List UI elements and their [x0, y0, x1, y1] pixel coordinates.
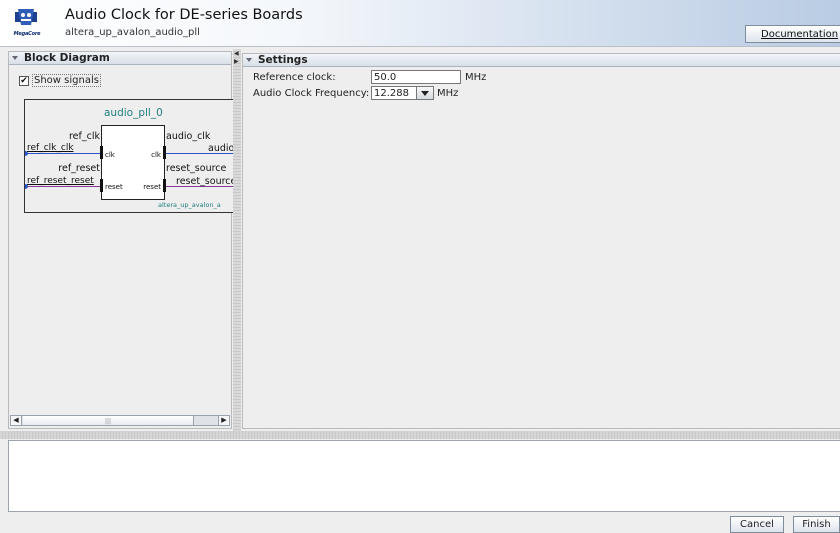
audio-clk-signal-label: clk	[151, 151, 161, 159]
block-diagram-header[interactable]: Block Diagram	[9, 52, 231, 65]
ref-clk-port-bar	[100, 146, 103, 159]
audio-clock-frequency-row: Audio Clock Frequency: 12.288 MHz	[253, 86, 458, 100]
dropdown-arrow-icon[interactable]	[417, 86, 434, 100]
ref-clk-interface-label: ref_clk	[68, 131, 100, 142]
audio-frequency-unit: MHz	[437, 87, 459, 99]
ref-clk-wire	[25, 153, 102, 154]
ref-reset-export-label: ref_reset_reset	[27, 176, 94, 186]
horizontal-splitter[interactable]	[0, 431, 840, 439]
splitter-right-arrow-icon[interactable]: ▶	[234, 58, 239, 65]
show-signals-label[interactable]: Show signals	[32, 74, 101, 87]
show-signals-checkbox[interactable]: ✔	[19, 75, 29, 86]
megacore-logo-icon	[15, 9, 37, 25]
ref-clk-signal-label: clk	[105, 151, 115, 159]
collapse-triangle-icon[interactable]	[12, 56, 18, 60]
audio-pll-block[interactable]: clk reset clk reset	[100, 125, 166, 200]
collapse-triangle-icon[interactable]	[246, 58, 252, 62]
cancel-button[interactable]: Cancel	[730, 516, 784, 533]
logo-wordmark: MegaCore	[13, 31, 41, 37]
megacore-logo: MegaCore	[12, 6, 41, 40]
vertical-splitter[interactable]: ◀ ▶	[233, 49, 241, 431]
reset-source-export-label: reset_source	[176, 176, 233, 187]
audio-frequency-select[interactable]: 12.288	[371, 86, 417, 100]
reference-clock-unit: MHz	[465, 71, 487, 83]
diagram-horizontal-scrollbar[interactable]: ◀ ||| ▶	[10, 415, 230, 426]
messages-area	[8, 440, 840, 512]
instance-name: audio_pll_0	[104, 107, 163, 119]
dialog-header: MegaCore Audio Clock for DE-series Board…	[0, 0, 840, 47]
ref-reset-port-bar	[100, 179, 103, 192]
audio-clk-interface-label: audio_clk	[166, 131, 211, 142]
settings-title: Settings	[258, 54, 308, 66]
grip-icon: |||	[105, 418, 112, 425]
settings-header[interactable]: Settings	[243, 54, 840, 67]
show-signals-row[interactable]: ✔ Show signals	[19, 74, 101, 87]
ref-reset-signal-label: reset	[105, 183, 123, 191]
component-name: altera_up_avalon_audio_pll	[65, 27, 200, 38]
settings-pane: Settings Reference clock: 50.0 MHz Audio…	[242, 53, 840, 429]
dialog-title: Audio Clock for DE-series Boards	[65, 7, 303, 23]
finish-button[interactable]: Finish	[793, 516, 840, 533]
documentation-button-label: Documentation	[761, 28, 839, 40]
component-type-label: altera_up_avalon_a	[158, 201, 221, 209]
block-diagram-pane: Block Diagram ✔ Show signals audio_pll_0…	[8, 51, 233, 429]
reset-source-interface-label: reset_source	[166, 163, 227, 174]
audio-export-label: audio	[208, 143, 233, 154]
ref-reset-wire	[25, 186, 102, 187]
documentation-button[interactable]: Documentation	[745, 25, 840, 43]
ref-clk-export-label: ref_clk_clk	[27, 143, 74, 153]
block-diagram-canvas: audio_pll_0 ref_clk ref_clk_clk ref_rese…	[24, 99, 233, 213]
reference-clock-input[interactable]: 50.0	[371, 70, 461, 84]
scroll-right-icon[interactable]: ▶	[218, 416, 229, 425]
reset-source-port-bar	[163, 179, 166, 192]
scroll-left-icon[interactable]: ◀	[11, 416, 22, 425]
ref-reset-interface-label: ref_reset	[58, 163, 100, 174]
splitter-left-arrow-icon[interactable]: ◀	[234, 50, 239, 57]
reference-clock-row: Reference clock: 50.0 MHz	[253, 70, 486, 84]
scrollbar-thumb[interactable]: |||	[23, 416, 194, 425]
audio-frequency-label: Audio Clock Frequency:	[253, 87, 370, 99]
reset-source-signal-label: reset	[143, 183, 161, 191]
block-diagram-title: Block Diagram	[24, 52, 110, 64]
reference-clock-label: Reference clock:	[253, 71, 336, 83]
audio-clk-port-bar	[163, 146, 166, 159]
